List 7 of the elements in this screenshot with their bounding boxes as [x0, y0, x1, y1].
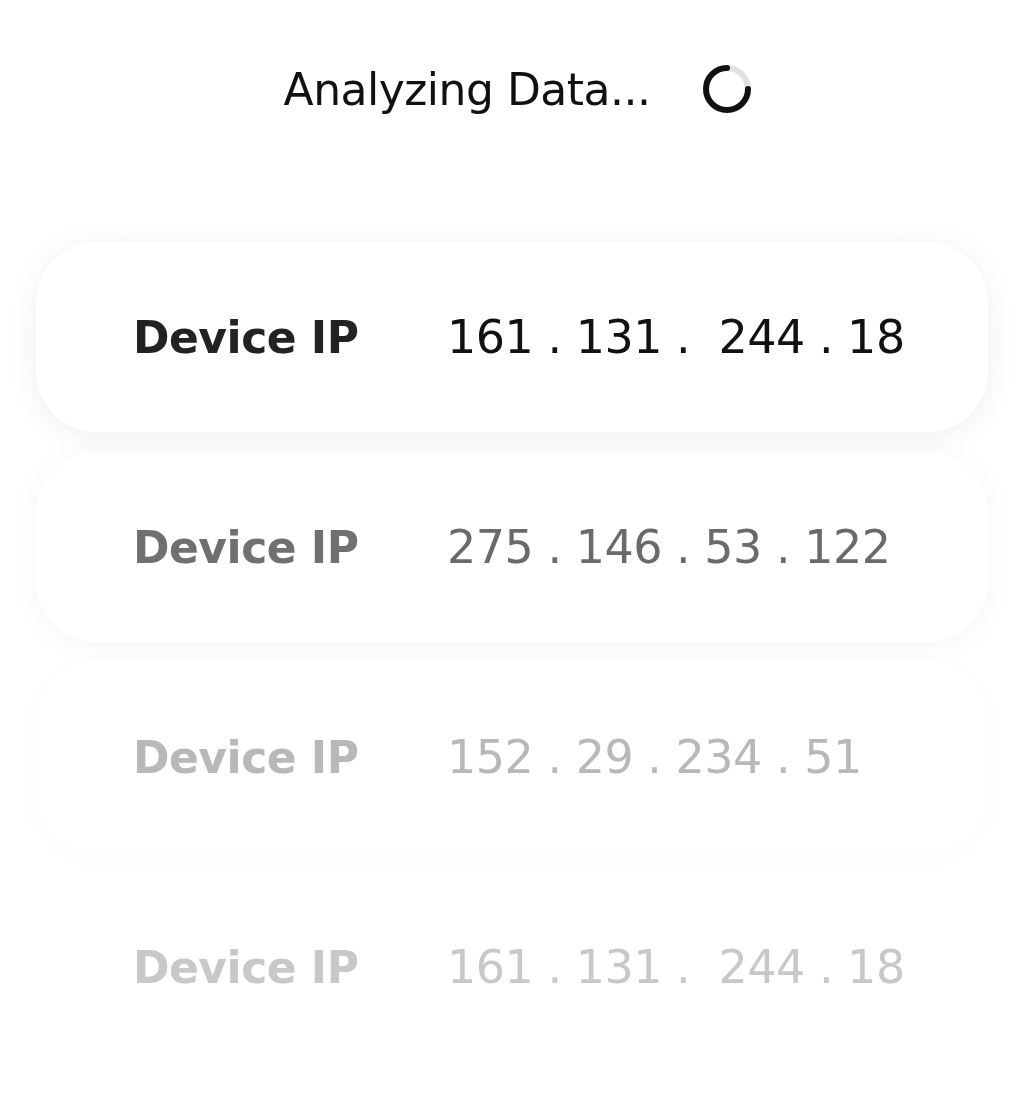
ip-address: 275 . 146 . 53 . 122	[447, 520, 891, 574]
device-label: Device IP	[133, 311, 360, 363]
ip-address: 152 . 29 . 234 . 51	[447, 730, 862, 784]
loading-title: Analyzing Data...	[283, 63, 651, 115]
device-label: Device IP	[133, 731, 360, 783]
device-label: Device IP	[133, 521, 360, 573]
ip-address: 161 . 131 . 244 . 18	[447, 310, 905, 364]
